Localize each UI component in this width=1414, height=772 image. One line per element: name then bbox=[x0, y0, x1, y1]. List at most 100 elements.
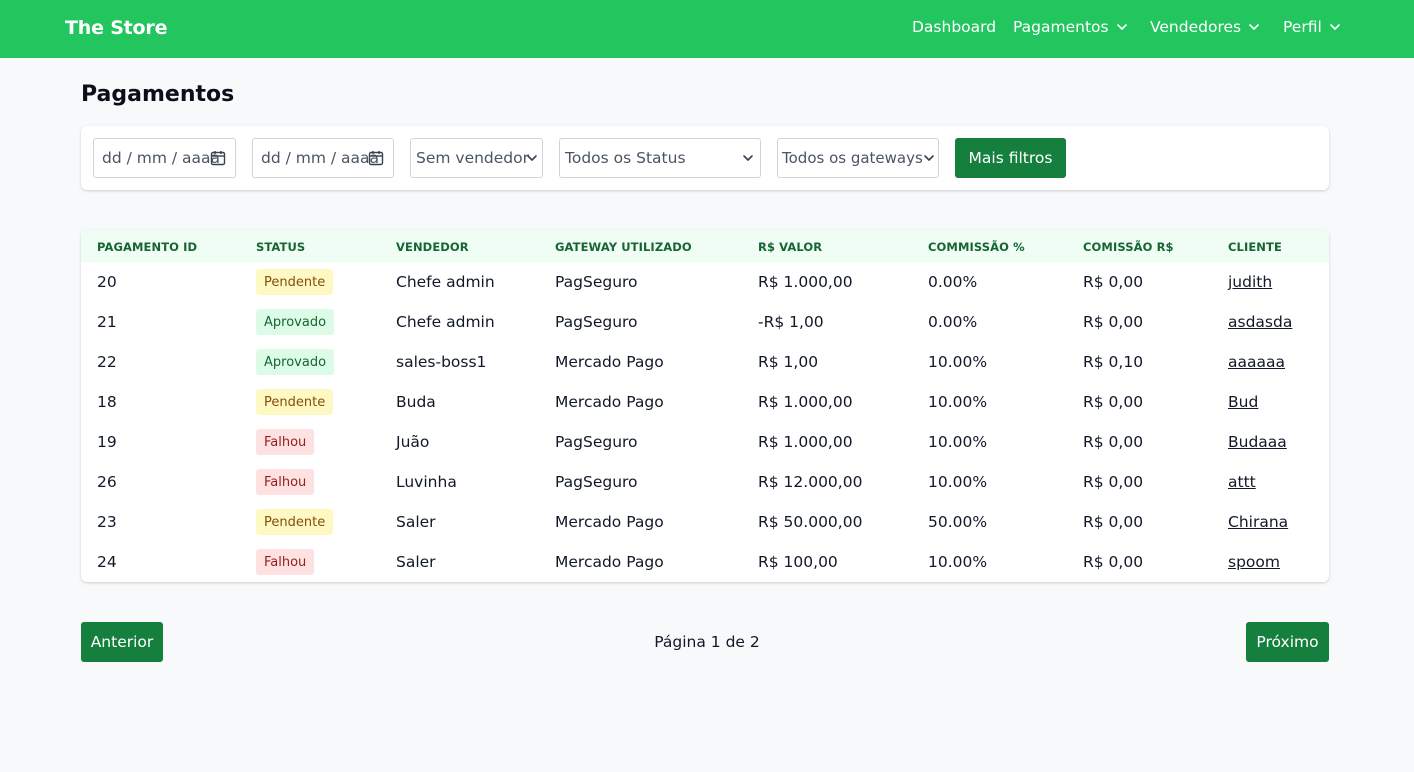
status-badge: Pendente bbox=[256, 269, 334, 295]
select-chevron-icon bbox=[526, 152, 538, 164]
header-status: STATUS bbox=[256, 240, 306, 254]
filter-bar: dd / mm / aaaa dd / mm / aaaa Sem vended… bbox=[81, 126, 1329, 190]
nav-perfil-label: Perfil bbox=[1283, 18, 1322, 36]
cell-seller: sales-boss1 bbox=[396, 353, 487, 371]
status-select[interactable]: Todos os Status bbox=[559, 138, 761, 178]
cell-commission-pct: 10.00% bbox=[928, 393, 988, 411]
calendar-icon[interactable] bbox=[368, 150, 384, 166]
nav-perfil[interactable]: Perfil bbox=[1283, 18, 1342, 36]
cell-commission-pct: 10.00% bbox=[928, 553, 988, 571]
table-header: PAGAMENTO ID STATUS VENDEDOR GATEWAY UTI… bbox=[81, 230, 1329, 262]
cell-payment-id: 20 bbox=[97, 273, 117, 291]
cell-seller: Buda bbox=[396, 393, 436, 411]
cell-payment-id: 26 bbox=[97, 473, 117, 491]
cell-value: R$ 1.000,00 bbox=[758, 273, 853, 291]
cell-gateway: Mercado Pago bbox=[555, 513, 664, 531]
cell-value: R$ 1.000,00 bbox=[758, 393, 853, 411]
client-link[interactable]: aaaaaa bbox=[1228, 353, 1285, 371]
cell-value: R$ 12.000,00 bbox=[758, 473, 863, 491]
header-client: CLIENTE bbox=[1228, 240, 1282, 254]
calendar-icon[interactable] bbox=[210, 150, 226, 166]
cell-seller: Saler bbox=[396, 553, 436, 571]
chevron-down-icon bbox=[1247, 20, 1261, 34]
brand-logo[interactable]: The Store bbox=[65, 17, 167, 39]
header-gateway: GATEWAY UTILIZADO bbox=[555, 240, 692, 254]
chevron-down-icon bbox=[1328, 20, 1342, 34]
table-row: 18 Pendente Buda Mercado Pago R$ 1.000,0… bbox=[81, 382, 1329, 422]
cell-commission-value: R$ 0,00 bbox=[1083, 273, 1144, 291]
next-page-button[interactable]: Próximo bbox=[1246, 622, 1329, 662]
date-start-placeholder: dd / mm / aaaa bbox=[102, 149, 221, 167]
nav-vendedores[interactable]: Vendedores bbox=[1150, 18, 1261, 36]
cell-seller: Juão bbox=[396, 433, 430, 451]
top-navbar: The Store Dashboard Pagamentos Vendedore… bbox=[0, 0, 1414, 58]
cell-value: R$ 1.000,00 bbox=[758, 433, 853, 451]
cell-gateway: PagSeguro bbox=[555, 313, 638, 331]
client-link[interactable]: Chirana bbox=[1228, 513, 1288, 531]
gateway-select-value: Todos os gateways bbox=[782, 149, 923, 167]
table-row: 26 Falhou Luvinha PagSeguro R$ 12.000,00… bbox=[81, 462, 1329, 502]
table-row: 20 Pendente Chefe admin PagSeguro R$ 1.0… bbox=[81, 262, 1329, 302]
nav-pagamentos-label: Pagamentos bbox=[1013, 18, 1109, 36]
page-title: Pagamentos bbox=[81, 82, 235, 107]
status-badge: Falhou bbox=[256, 429, 315, 455]
client-link[interactable]: attt bbox=[1228, 473, 1256, 491]
cell-gateway: PagSeguro bbox=[555, 473, 638, 491]
header-seller: VENDEDOR bbox=[396, 240, 469, 254]
status-select-value: Todos os Status bbox=[565, 149, 686, 167]
table-row: 24 Falhou Saler Mercado Pago R$ 100,00 1… bbox=[81, 542, 1329, 582]
cell-commission-value: R$ 0,00 bbox=[1083, 433, 1144, 451]
status-badge: Aprovado bbox=[256, 309, 335, 335]
header-commission-value: COMISSÃO R$ bbox=[1083, 240, 1174, 254]
select-chevron-icon bbox=[923, 152, 935, 164]
cell-payment-id: 18 bbox=[97, 393, 117, 411]
table-row: 22 Aprovado sales-boss1 Mercado Pago R$ … bbox=[81, 342, 1329, 382]
select-chevron-icon bbox=[742, 152, 754, 164]
pagination-info: Página 1 de 2 bbox=[654, 633, 760, 651]
table-row: 21 Aprovado Chefe admin PagSeguro -R$ 1,… bbox=[81, 302, 1329, 342]
cell-gateway: Mercado Pago bbox=[555, 393, 664, 411]
more-filters-button[interactable]: Mais filtros bbox=[955, 138, 1066, 178]
nav-pagamentos[interactable]: Pagamentos bbox=[1013, 18, 1129, 36]
cell-seller: Saler bbox=[396, 513, 436, 531]
cell-payment-id: 23 bbox=[97, 513, 117, 531]
cell-value: R$ 50.000,00 bbox=[758, 513, 863, 531]
payments-table: PAGAMENTO ID STATUS VENDEDOR GATEWAY UTI… bbox=[81, 230, 1329, 582]
client-link[interactable]: judith bbox=[1228, 273, 1272, 291]
cell-gateway: PagSeguro bbox=[555, 273, 638, 291]
header-value: R$ VALOR bbox=[758, 240, 823, 254]
cell-gateway: Mercado Pago bbox=[555, 553, 664, 571]
cell-commission-pct: 10.00% bbox=[928, 353, 988, 371]
cell-seller: Chefe admin bbox=[396, 273, 495, 291]
client-link[interactable]: asdasda bbox=[1228, 313, 1292, 331]
status-badge: Pendente bbox=[256, 389, 334, 415]
nav-dashboard-label: Dashboard bbox=[912, 18, 997, 36]
cell-commission-value: R$ 0,00 bbox=[1083, 473, 1144, 491]
date-end-input[interactable]: dd / mm / aaaa bbox=[252, 138, 394, 178]
seller-select-value: Sem vendedor bbox=[416, 149, 530, 167]
client-link[interactable]: spoom bbox=[1228, 553, 1280, 571]
cell-seller: Chefe admin bbox=[396, 313, 495, 331]
seller-select[interactable]: Sem vendedor bbox=[410, 138, 543, 178]
cell-payment-id: 21 bbox=[97, 313, 117, 331]
cell-commission-pct: 0.00% bbox=[928, 273, 978, 291]
nav-vendedores-label: Vendedores bbox=[1150, 18, 1242, 36]
cell-commission-pct: 50.00% bbox=[928, 513, 988, 531]
client-link[interactable]: Bud bbox=[1228, 393, 1258, 411]
gateway-select[interactable]: Todos os gateways bbox=[777, 138, 939, 178]
status-badge: Falhou bbox=[256, 549, 315, 575]
table-row: 19 Falhou Juão PagSeguro R$ 1.000,00 10.… bbox=[81, 422, 1329, 462]
cell-commission-pct: 0.00% bbox=[928, 313, 978, 331]
cell-commission-pct: 10.00% bbox=[928, 433, 988, 451]
date-start-input[interactable]: dd / mm / aaaa bbox=[93, 138, 236, 178]
cell-commission-value: R$ 0,00 bbox=[1083, 313, 1144, 331]
nav-dashboard[interactable]: Dashboard bbox=[912, 18, 996, 36]
cell-value: -R$ 1,00 bbox=[758, 313, 824, 331]
cell-commission-value: R$ 0,00 bbox=[1083, 393, 1144, 411]
status-badge: Aprovado bbox=[256, 349, 335, 375]
table-row: 23 Pendente Saler Mercado Pago R$ 50.000… bbox=[81, 502, 1329, 542]
client-link[interactable]: Budaaa bbox=[1228, 433, 1287, 451]
cell-commission-value: R$ 0,10 bbox=[1083, 353, 1144, 371]
cell-payment-id: 19 bbox=[97, 433, 117, 451]
cell-payment-id: 24 bbox=[97, 553, 117, 571]
